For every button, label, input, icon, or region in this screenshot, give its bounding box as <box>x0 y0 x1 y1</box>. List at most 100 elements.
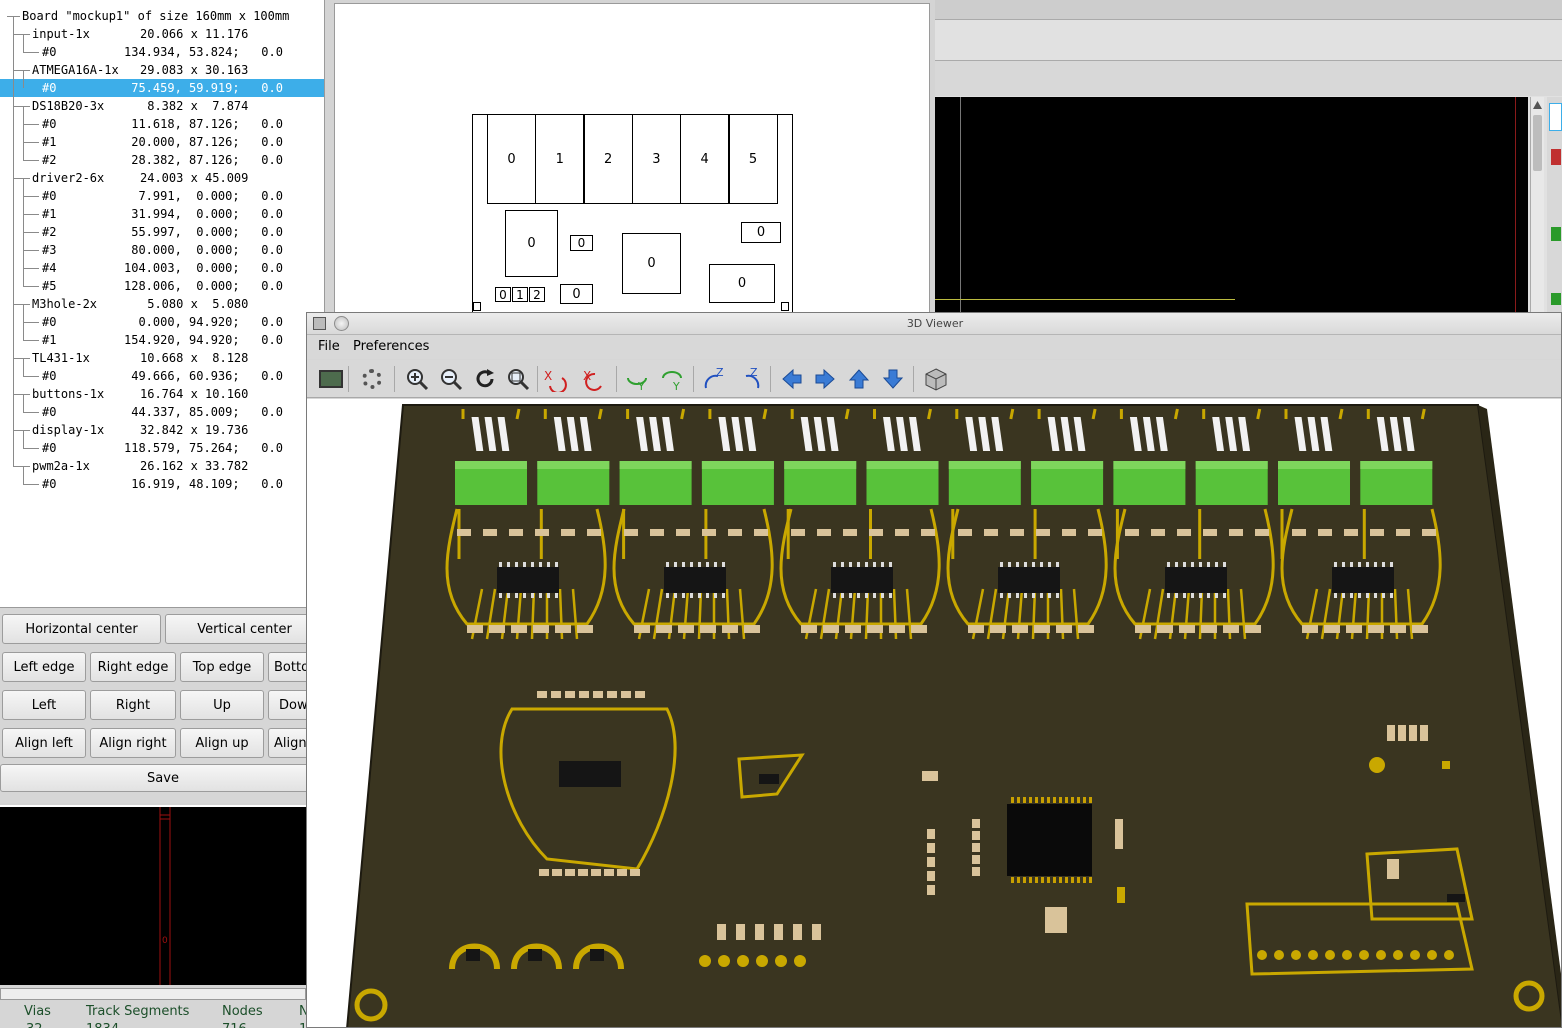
ic-pin <box>698 562 701 567</box>
driver-block-0[interactable]: 0 <box>487 114 536 204</box>
display-block[interactable]: 0 <box>709 264 775 303</box>
ds18b20-block-1[interactable]: 1 <box>512 287 528 302</box>
component-node[interactable]: pwm2a-1x 26.162 x 33.782 <box>0 457 324 475</box>
ic-pin <box>1008 593 1011 598</box>
component-tree[interactable]: Board "mockup1" of size 160mm x 100mm inp… <box>0 0 325 608</box>
rotate-x-ccw-icon[interactable]: X <box>579 364 609 394</box>
component-node[interactable]: display-1x 32.842 x 19.736 <box>0 421 324 439</box>
buttons-block[interactable]: 0 <box>560 284 593 304</box>
driver-block-1[interactable]: 1 <box>535 114 585 204</box>
instance-node[interactable]: #0 0.000, 94.920; 0.0 <box>0 313 324 331</box>
reload-board-icon[interactable] <box>316 364 346 394</box>
tl431-block-label: 0 <box>577 236 586 250</box>
component-node[interactable]: TL431-1x 10.668 x 8.128 <box>0 349 324 367</box>
instance-node[interactable]: #0 134.934, 53.824; 0.0 <box>0 43 324 61</box>
relay-top <box>1360 461 1433 469</box>
input-block[interactable]: 0 <box>741 222 781 243</box>
move-right-button[interactable]: Right <box>90 690 176 720</box>
move-left-icon[interactable] <box>777 364 807 394</box>
rotate-z-cw-icon[interactable]: Z <box>700 364 730 394</box>
right-edge-button[interactable]: Right edge <box>90 652 176 682</box>
instance-node[interactable]: #1 154.920, 94.920; 0.0 <box>0 331 324 349</box>
instance-node[interactable]: #3 80.000, 0.000; 0.0 <box>0 241 324 259</box>
instance-node[interactable]: #2 55.997, 0.000; 0.0 <box>0 223 324 241</box>
horizontal-center-button[interactable]: Horizontal center <box>2 614 161 644</box>
atmega-block[interactable]: 0 <box>622 233 681 294</box>
vertical-center-button[interactable]: Vertical center <box>165 614 306 644</box>
zoom-redraw-icon[interactable] <box>470 364 500 394</box>
viewer-titlebar[interactable]: 3D Viewer <box>307 313 1561 335</box>
menu-preferences[interactable]: Preferences <box>353 339 429 354</box>
instance-node[interactable]: #5 128.006, 0.000; 0.0 <box>0 277 324 295</box>
driver-block-2[interactable]: 2 <box>583 114 633 204</box>
ds18b20-block-0[interactable]: 0 <box>495 287 511 302</box>
zoom-fit-icon[interactable] <box>503 364 533 394</box>
driver-block-4[interactable]: 4 <box>680 114 730 204</box>
ic-pin <box>881 562 884 567</box>
rotate-z-ccw-icon[interactable]: Z <box>734 364 764 394</box>
instance-node[interactable]: #0 49.666, 60.936; 0.0 <box>0 367 324 385</box>
left-edge-button[interactable]: Left edge <box>2 652 86 682</box>
align-up-button[interactable]: Align up <box>180 728 264 758</box>
pcb-3d-render[interactable] <box>307 399 1561 1027</box>
tl431-block[interactable]: 0 <box>570 235 593 251</box>
instance-node[interactable]: #0 75.459, 59.919; 0.0 <box>0 79 324 97</box>
driver-block-3[interactable]: 3 <box>631 114 681 204</box>
smd-resistor <box>1422 529 1436 536</box>
component-node[interactable]: buttons-1x 16.764 x 10.160 <box>0 385 324 403</box>
save-button[interactable]: Save <box>0 764 306 792</box>
zoom-out-icon[interactable] <box>436 364 466 394</box>
ic-pin <box>1334 593 1337 598</box>
component-node[interactable]: ATMEGA16A-1x 29.083 x 30.163 <box>0 61 324 79</box>
instance-node[interactable]: #0 118.579, 75.264; 0.0 <box>0 439 324 457</box>
move-up-button[interactable]: Up <box>180 690 264 720</box>
bottom-edge-button[interactable]: Botto <box>268 652 306 682</box>
component-node[interactable]: DS18B20-3x 8.382 x 7.874 <box>0 97 324 115</box>
instance-node[interactable]: #1 31.994, 0.000; 0.0 <box>0 205 324 223</box>
instance-id: #5 <box>42 279 57 293</box>
instance-node[interactable]: #2 28.382, 87.126; 0.0 <box>0 151 324 169</box>
ic-pin <box>1041 877 1044 883</box>
header-pad <box>1427 950 1437 960</box>
move-down-button[interactable]: Dow <box>268 690 306 720</box>
nets-value: 1 <box>299 1022 306 1028</box>
component-node[interactable]: M3hole-2x 5.080 x 5.080 <box>0 295 324 313</box>
instance-node[interactable]: #1 20.000, 87.126; 0.0 <box>0 133 324 151</box>
ic-pin <box>1183 593 1186 598</box>
board-root-node[interactable]: Board "mockup1" of size 160mm x 100mm <box>0 7 324 25</box>
ortho-toggle-icon[interactable] <box>921 364 951 394</box>
align-down-button[interactable]: Align <box>268 728 306 758</box>
pcb-mini-view[interactable]: 0 <box>0 805 306 985</box>
rotate-x-cw-icon[interactable]: X <box>540 364 570 394</box>
align-right-button[interactable]: Align right <box>90 728 176 758</box>
render-settings-icon[interactable] <box>357 364 387 394</box>
rotate-y-ccw-icon[interactable]: Y <box>657 364 687 394</box>
move-down-icon[interactable] <box>878 364 908 394</box>
pcbnew-vertical-scrollbar[interactable] <box>1530 97 1544 313</box>
instance-node[interactable]: #4 104.003, 0.000; 0.0 <box>0 259 324 277</box>
move-right-icon[interactable] <box>810 364 840 394</box>
zoom-in-icon[interactable] <box>402 364 432 394</box>
ic-pin <box>1056 562 1059 567</box>
align-left-button[interactable]: Align left <box>2 728 86 758</box>
ds18b20-block-2[interactable]: 2 <box>529 287 545 302</box>
component-node[interactable]: driver2-6x 24.003 x 45.009 <box>0 169 324 187</box>
m3hole-left[interactable] <box>473 302 481 311</box>
m3hole-right[interactable] <box>781 302 789 311</box>
driver-block-5[interactable]: 5 <box>728 114 778 204</box>
instance-node[interactable]: #0 7.991, 0.000; 0.0 <box>0 187 324 205</box>
component-node[interactable]: input-1x 20.066 x 11.176 <box>0 25 324 43</box>
pwm-block[interactable]: 0 <box>505 210 558 277</box>
rotate-y-cw-icon[interactable]: Y <box>622 364 652 394</box>
pcbnew-canvas[interactable] <box>935 97 1528 313</box>
menu-file[interactable]: File <box>318 339 340 354</box>
top-edge-button[interactable]: Top edge <box>180 652 264 682</box>
instance-node[interactable]: #0 11.618, 87.126; 0.0 <box>0 115 324 133</box>
instance-node[interactable]: #0 44.337, 85.009; 0.0 <box>0 403 324 421</box>
header-pad <box>1376 950 1386 960</box>
horizontal-scrollbar[interactable] <box>0 988 306 1000</box>
instance-node[interactable]: #0 16.919, 48.109; 0.0 <box>0 475 324 493</box>
move-up-icon[interactable] <box>844 364 874 394</box>
move-left-button[interactable]: Left <box>2 690 86 720</box>
placement-canvas[interactable]: 0 0 0 0 0 0 1 2 0 012345 <box>334 3 930 313</box>
